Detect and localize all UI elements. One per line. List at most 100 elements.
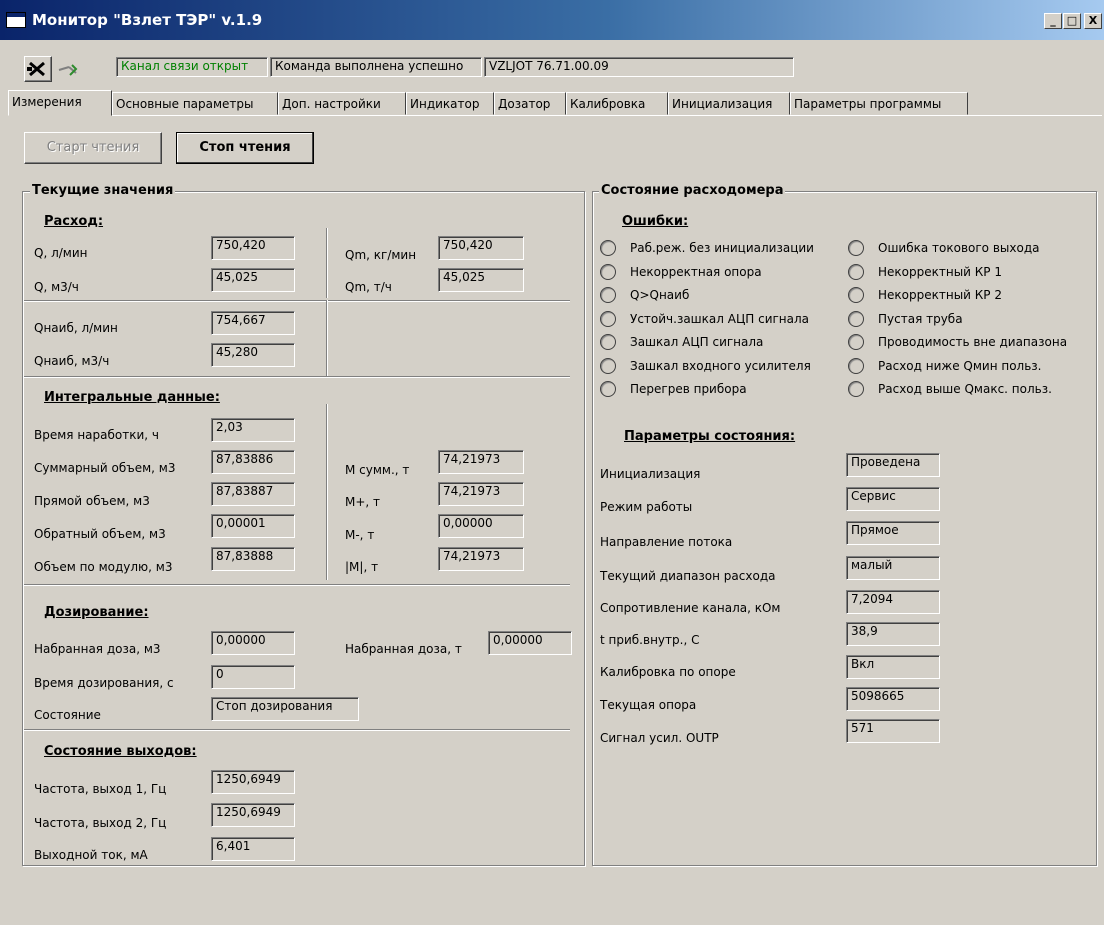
start-reading-button[interactable]: Старт чтения: [24, 132, 162, 164]
status-led-icon: [600, 334, 616, 350]
integral-section-title: Интегральные данные:: [44, 390, 220, 405]
param-label: Режим работы: [600, 500, 693, 514]
m-minus-label: М-, т: [345, 528, 375, 542]
status-led-icon: [848, 287, 864, 303]
status-led-icon: [848, 240, 864, 256]
minimize-button[interactable]: _: [1044, 13, 1062, 29]
modulus-volume-label: Объем по модулю, м3: [34, 560, 173, 574]
command-status-field: Команда выполнена успешно: [270, 57, 482, 77]
status-led-icon: [600, 240, 616, 256]
q-lmin-value: 750,420: [211, 236, 295, 260]
status-led-icon: [848, 310, 864, 327]
m-abs-value: 74,21973: [438, 547, 524, 571]
tab-extra-settings[interactable]: Доп. настройки: [278, 92, 406, 115]
tab-indicator[interactable]: Индикатор: [406, 92, 494, 115]
param-value: 38,9: [846, 622, 940, 646]
forward-volume-value: 87,83887: [211, 482, 295, 506]
m-sum-label: М сумм., т: [345, 463, 410, 477]
dosing-section-title: Дозирование:: [44, 605, 149, 620]
dosing-time-label: Время дозирования, с: [34, 676, 174, 690]
qmax-lmin-value: 754,667: [211, 311, 295, 335]
qmax-m3h-value: 45,280: [211, 343, 295, 367]
flow-divider: [326, 228, 328, 298]
integral-divider: [326, 404, 328, 580]
qmax-lmin-label: Qнаиб, л/мин: [34, 321, 118, 335]
error-item: Некорректный КР 2: [848, 287, 1094, 311]
title-bar[interactable]: Монитор "Взлет ТЭР" v.1.9 _ □ X: [0, 0, 1104, 40]
error-item: Перегрев прибора: [600, 381, 846, 405]
status-led-icon: [600, 381, 616, 397]
freq1-label: Частота, выход 1, Гц: [34, 782, 167, 796]
error-item: Зашкал АЦП сигнала: [600, 334, 846, 358]
error-item: Некорректная опора: [600, 263, 846, 288]
param-label: Калибровка по опоре: [600, 665, 736, 679]
separator: [24, 584, 570, 586]
param-value: малый: [846, 556, 940, 580]
separator: [24, 300, 570, 302]
tab-calibration[interactable]: Калибровка: [566, 92, 668, 115]
m-minus-value: 0,00000: [438, 514, 524, 538]
param-value: 5098665: [846, 687, 940, 711]
errors-right-list: Ошибка токового выхода Некорректный КР 1…: [848, 240, 1094, 405]
tab-initialization[interactable]: Инициализация: [668, 92, 790, 115]
window-title: Монитор "Взлет ТЭР" v.1.9: [32, 11, 263, 29]
qm-kgmin-value: 750,420: [438, 236, 524, 260]
separator: [24, 729, 570, 731]
m-plus-label: М+, т: [345, 495, 381, 509]
param-label: Направление потока: [600, 535, 733, 549]
error-item: Пустая труба: [848, 310, 1094, 335]
error-item: Устойч.зашкал АЦП сигнала: [600, 310, 846, 335]
maximize-button[interactable]: □: [1063, 13, 1081, 29]
status-led-icon: [600, 287, 616, 303]
param-label: Инициализация: [600, 467, 701, 481]
connect-button[interactable]: [56, 56, 82, 80]
status-led-icon: [848, 381, 864, 397]
param-value: Вкл: [846, 655, 940, 679]
status-led-icon: [600, 357, 616, 374]
runtime-value: 2,03: [211, 418, 295, 442]
tab-measurements[interactable]: Измерения: [8, 90, 112, 116]
close-button[interactable]: X: [1084, 13, 1102, 29]
tab-bar: Измерения Основные параметры Доп. настро…: [8, 90, 980, 116]
error-item: Раб.реж. без инициализации: [600, 240, 846, 264]
total-volume-value: 87,83886: [211, 450, 295, 474]
tab-program-params[interactable]: Параметры программы: [790, 92, 968, 115]
param-value: 7,2094: [846, 590, 940, 614]
param-label: Сопротивление канала, кОм: [600, 601, 781, 615]
output-current-value: 6,401: [211, 837, 295, 861]
status-led-icon: [848, 263, 864, 280]
error-item: Расход ниже Qмин польз.: [848, 357, 1094, 382]
param-value: 571: [846, 719, 940, 743]
errors-title: Ошибки:: [622, 214, 689, 229]
current-values-title: Текущие значения: [30, 183, 176, 198]
tab-dosing[interactable]: Дозатор: [494, 92, 566, 115]
param-label: Сигнал усил. OUTP: [600, 731, 719, 745]
error-item: Зашкал входного усилителя: [600, 357, 846, 382]
dose-m3-value: 0,00000: [211, 631, 295, 655]
qm-th-label: Qm, т/ч: [345, 280, 392, 294]
param-value: Проведена: [846, 453, 940, 477]
output-current-label: Выходной ток, мА: [34, 848, 148, 862]
param-label: t приб.внутр., С: [600, 633, 700, 647]
param-label: Текущая опора: [600, 698, 697, 712]
freq2-value: 1250,6949: [211, 803, 295, 827]
dose-t-value: 0,00000: [488, 631, 572, 655]
dosing-time-value: 0: [211, 665, 295, 689]
device-id-field: VZLJOT 76.71.00.09: [484, 57, 794, 77]
dosing-state-label: Состояние: [34, 708, 101, 722]
tab-main-params[interactable]: Основные параметры: [112, 92, 278, 115]
stop-reading-button[interactable]: Стоп чтения: [176, 132, 314, 164]
param-value: Прямое: [846, 521, 940, 545]
reverse-volume-label: Обратный объем, м3: [34, 527, 166, 541]
app-icon: [6, 12, 26, 28]
status-led-icon: [848, 334, 864, 350]
m-abs-label: |M|, т: [345, 560, 379, 574]
status-led-icon: [600, 263, 616, 280]
dosing-state-value: Стоп дозирования: [211, 697, 359, 721]
q-m3h-value: 45,025: [211, 268, 295, 292]
m-sum-value: 74,21973: [438, 450, 524, 474]
disconnect-button[interactable]: [24, 56, 52, 82]
freq2-label: Частота, выход 2, Гц: [34, 816, 167, 830]
qm-th-value: 45,025: [438, 268, 524, 292]
status-led-icon: [600, 310, 616, 327]
